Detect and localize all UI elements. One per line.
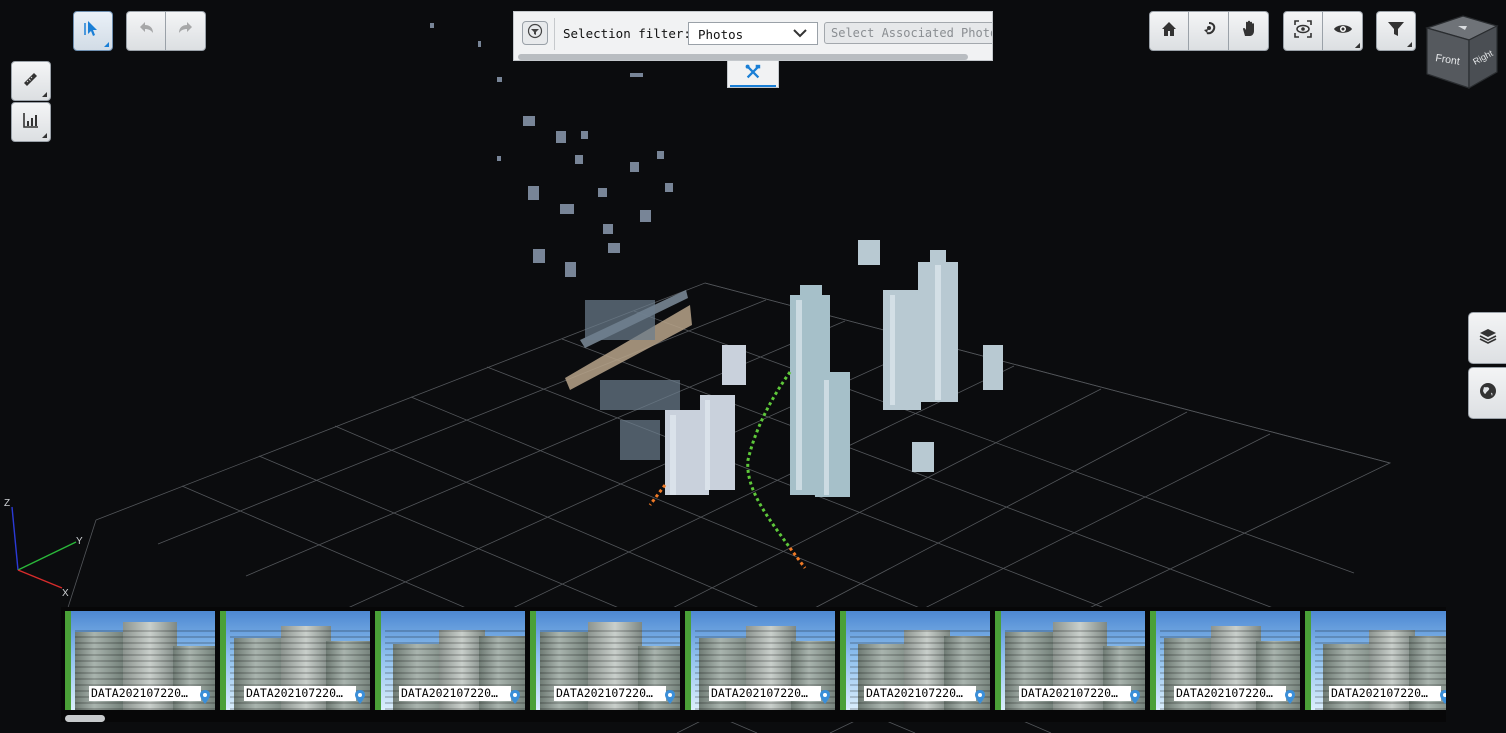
select-arrow-icon: [83, 19, 103, 44]
photo-selection-bar: [685, 611, 691, 710]
chevron-down-icon: [793, 29, 807, 38]
photo-caption: DATA202107220…: [1329, 686, 1441, 701]
photo-caption: DATA202107220…: [709, 686, 821, 701]
globe-tab[interactable]: [1468, 367, 1506, 419]
divider: [554, 18, 555, 50]
orbit-button[interactable]: [1189, 11, 1229, 51]
photo-thumbnail[interactable]: DATA202107220…: [530, 611, 680, 710]
photo-caption: DATA202107220…: [554, 686, 666, 701]
photo-selection-bar: [530, 611, 536, 710]
visibility-button[interactable]: [1323, 11, 1363, 51]
photo-caption: DATA202107220…: [864, 686, 976, 701]
photo-caption: DATA202107220…: [89, 686, 201, 701]
photo-thumbnail[interactable]: DATA202107220…: [1305, 611, 1446, 710]
geotag-pin-icon: [1439, 690, 1446, 704]
tools-tab[interactable]: [727, 61, 779, 88]
home-button[interactable]: [1149, 11, 1189, 51]
redo-icon: [176, 19, 196, 44]
axis-y-label: Y: [76, 536, 83, 547]
photo-caption: DATA202107220…: [244, 686, 356, 701]
geotag-pin-icon: [1129, 690, 1141, 704]
selection-filter-dropdown[interactable]: Photos: [688, 22, 818, 45]
geotag-pin-icon: [199, 690, 211, 704]
select-associated-photos-button[interactable]: Select Associated Photos: [824, 22, 992, 44]
photo-filmstrip: DATA202107220… DATA202107220… DATA20210722…: [61, 607, 1446, 722]
photo-caption: DATA202107220…: [1174, 686, 1286, 701]
filter-icon: [1386, 19, 1406, 44]
selection-mode-button[interactable]: [522, 21, 548, 45]
pan-button[interactable]: [1229, 11, 1269, 51]
geotag-pin-icon: [1284, 690, 1296, 704]
photo-selection-bar: [220, 611, 226, 710]
geotag-pin-icon: [354, 690, 366, 704]
photo-selection-bar: [995, 611, 1001, 710]
photo-thumbnail[interactable]: DATA202107220…: [685, 611, 835, 710]
photo-thumbnail[interactable]: DATA202107220…: [995, 611, 1145, 710]
filmstrip-scrollbar[interactable]: [65, 715, 105, 722]
photo-thumbnail[interactable]: DATA202107220…: [1150, 611, 1300, 710]
eye-icon: [1333, 19, 1353, 44]
measure-button[interactable]: [11, 61, 51, 101]
photo-thumbnail[interactable]: DATA202107220…: [375, 611, 525, 710]
axis-z-label: Z: [4, 498, 10, 509]
selection-filter-label: Selection filter:: [563, 26, 691, 41]
home-icon: [1159, 19, 1179, 44]
orbit-icon: [1199, 19, 1219, 44]
geotag-pin-icon: [974, 690, 986, 704]
layers-tab[interactable]: [1468, 312, 1506, 364]
ruler-icon: [21, 69, 41, 94]
filter-button[interactable]: [1376, 11, 1416, 51]
select-tool-button[interactable]: [73, 11, 113, 51]
globe-icon: [1478, 381, 1498, 406]
geotag-pin-icon: [664, 690, 676, 704]
chart-icon: [21, 110, 41, 135]
geotag-pin-icon: [819, 690, 831, 704]
redo-button[interactable]: [166, 11, 206, 51]
photo-thumbnail[interactable]: DATA202107220…: [220, 611, 370, 710]
layers-icon: [1478, 326, 1498, 351]
geotag-pin-icon: [509, 690, 521, 704]
photo-caption: DATA202107220…: [399, 686, 511, 701]
photo-selection-bar: [65, 611, 71, 710]
undo-icon: [136, 19, 156, 44]
axis-triad: Z Y X: [4, 498, 83, 599]
selection-filter-value: Photos: [698, 27, 744, 42]
photo-selection-bar: [840, 611, 846, 710]
photo-thumbnail[interactable]: DATA202107220…: [65, 611, 215, 710]
photo-caption: DATA202107220…: [1019, 686, 1131, 701]
photo-selection-bar: [375, 611, 381, 710]
photo-selection-bar: [1150, 611, 1156, 710]
photo-selection-bar: [1305, 611, 1311, 710]
pan-hand-icon: [1239, 19, 1259, 44]
view-cube[interactable]: Front Right: [1425, 14, 1499, 90]
panel-scrollbar[interactable]: [518, 54, 968, 60]
chart-button[interactable]: [11, 102, 51, 142]
tools-icon: [744, 63, 762, 86]
filter-funnel-icon: [527, 23, 543, 44]
axis-x-label: X: [62, 588, 69, 599]
focus-eye-icon: [1293, 19, 1313, 44]
undo-button[interactable]: [126, 11, 166, 51]
focus-button[interactable]: [1283, 11, 1360, 51]
selection-filter-panel: Selection filter: Photos Select Associat…: [513, 11, 993, 61]
point-cloud: [430, 23, 1003, 497]
photo-thumbnail[interactable]: DATA202107220…: [840, 611, 990, 710]
